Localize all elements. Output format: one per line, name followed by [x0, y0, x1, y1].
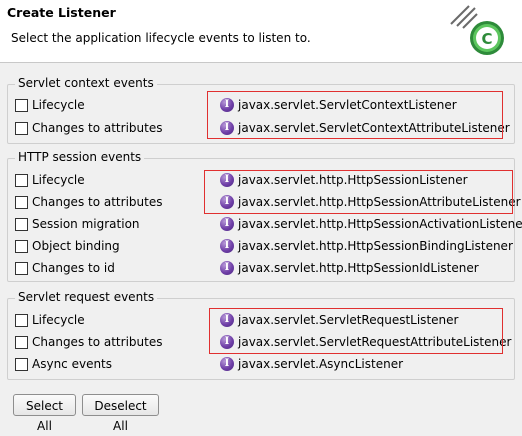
group-title: HTTP session events — [15, 150, 145, 164]
checkbox[interactable] — [15, 336, 28, 349]
svg-text:C: C — [481, 30, 492, 48]
highlight-box — [204, 170, 513, 214]
highlight-box — [209, 308, 503, 354]
select-all-button[interactable]: Select All — [13, 394, 76, 433]
checkbox-label[interactable]: Object binding — [32, 239, 120, 253]
class-name: javax.servlet.AsyncListener — [238, 357, 404, 371]
checkbox-label[interactable]: Lifecycle — [32, 98, 85, 112]
checkbox-label[interactable]: Lifecycle — [32, 173, 85, 187]
group-title: Servlet context events — [15, 76, 157, 90]
interface-icon: I — [220, 261, 234, 275]
checkbox[interactable] — [15, 122, 28, 135]
checkbox-label[interactable]: Session migration — [32, 217, 140, 231]
list-item: Object binding I javax.servlet.http.Http… — [8, 236, 516, 258]
wizard-header: Create Listener Select the application l… — [0, 0, 522, 63]
checkbox[interactable] — [15, 196, 28, 209]
checkbox[interactable] — [15, 262, 28, 275]
list-item: Changes to id I javax.servlet.http.HttpS… — [8, 258, 516, 280]
checkbox[interactable] — [15, 218, 28, 231]
class-name: javax.servlet.http.HttpSessionBindingLis… — [238, 239, 513, 253]
checkbox-label[interactable]: Changes to attributes — [32, 195, 162, 209]
highlight-box — [207, 91, 503, 139]
checkbox-label[interactable]: Async events — [32, 357, 112, 371]
list-item: Session migration I javax.servlet.http.H… — [8, 214, 522, 236]
class-name: javax.servlet.http.HttpSessionActivation… — [238, 217, 522, 231]
checkbox[interactable] — [15, 174, 28, 187]
checkbox[interactable] — [15, 99, 28, 112]
wizard-banner-icon: C — [450, 5, 504, 55]
checkbox[interactable] — [15, 314, 28, 327]
checkbox[interactable] — [15, 358, 28, 371]
class-name: javax.servlet.http.HttpSessionIdListener — [238, 261, 479, 275]
interface-icon: I — [220, 239, 234, 253]
checkbox-label[interactable]: Changes to attributes — [32, 335, 162, 349]
checkbox-label[interactable]: Changes to attributes — [32, 121, 162, 135]
wizard-title: Create Listener — [7, 5, 116, 20]
interface-icon: I — [220, 217, 234, 231]
checkbox-label[interactable]: Changes to id — [32, 261, 115, 275]
group-title: Servlet request events — [15, 290, 158, 304]
deselect-all-button[interactable]: Deselect All — [82, 394, 159, 433]
interface-icon: I — [220, 357, 234, 371]
list-item: Async events I javax.servlet.AsyncListen… — [8, 354, 516, 376]
wizard-description: Select the application lifecycle events … — [11, 31, 311, 45]
checkbox[interactable] — [15, 240, 28, 253]
checkbox-label[interactable]: Lifecycle — [32, 313, 85, 327]
